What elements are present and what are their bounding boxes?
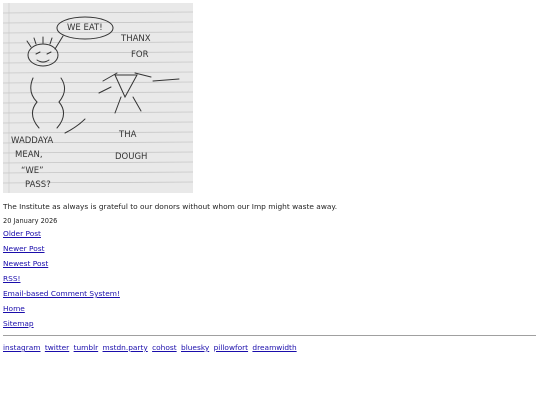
thanks-line-1: THANX — [120, 34, 151, 44]
social-link-twitter[interactable]: twitter — [45, 343, 69, 352]
bubble-text: WE EAT! — [67, 23, 103, 33]
question-line-1: WADDAYA — [11, 136, 53, 146]
footer-divider — [3, 335, 536, 336]
social-link-mstdn-party[interactable]: mstdn.party — [103, 343, 148, 352]
social-link-bluesky[interactable]: bluesky — [181, 343, 209, 352]
older-post-link[interactable]: Older Post — [3, 228, 537, 239]
post-date: 20 January 2026 — [3, 217, 58, 225]
thanks-line-4: DOUGH — [115, 152, 147, 162]
social-link-tumblr[interactable]: tumblr — [74, 343, 99, 352]
thanks-line-3: THA — [118, 130, 137, 140]
social-link-pillowfort[interactable]: pillowfort — [214, 343, 248, 352]
page: WE EAT! THANX FOR THA DOUGH WADDAYA MEAN… — [0, 0, 540, 353]
post-image: WE EAT! THANX FOR THA DOUGH WADDAYA MEAN… — [3, 3, 193, 193]
social-link-instagram[interactable]: instagram — [3, 343, 40, 352]
question-line-3: “WE” — [21, 166, 44, 176]
rss-link[interactable]: RSS! — [3, 273, 537, 284]
newer-post-link[interactable]: Newer Post — [3, 243, 537, 254]
newest-post-link[interactable]: Newest Post — [3, 258, 537, 269]
thanks-line-2: FOR — [131, 50, 149, 60]
home-link[interactable]: Home — [3, 303, 537, 314]
social-links: instagram twitter tumblr mstdn.party coh… — [3, 343, 537, 353]
question-line-2: MEAN, — [15, 150, 43, 160]
post-caption: The Institute as always is grateful to o… — [3, 202, 338, 211]
post-navigation: Older Post Newer Post Newest Post RSS! E… — [3, 228, 537, 329]
question-line-4: PASS? — [25, 180, 51, 190]
social-link-dreamwidth[interactable]: dreamwidth — [252, 343, 296, 352]
comment-system-link[interactable]: Email-based Comment System! — [3, 288, 537, 299]
sitemap-link[interactable]: Sitemap — [3, 318, 537, 329]
social-link-cohost[interactable]: cohost — [152, 343, 177, 352]
